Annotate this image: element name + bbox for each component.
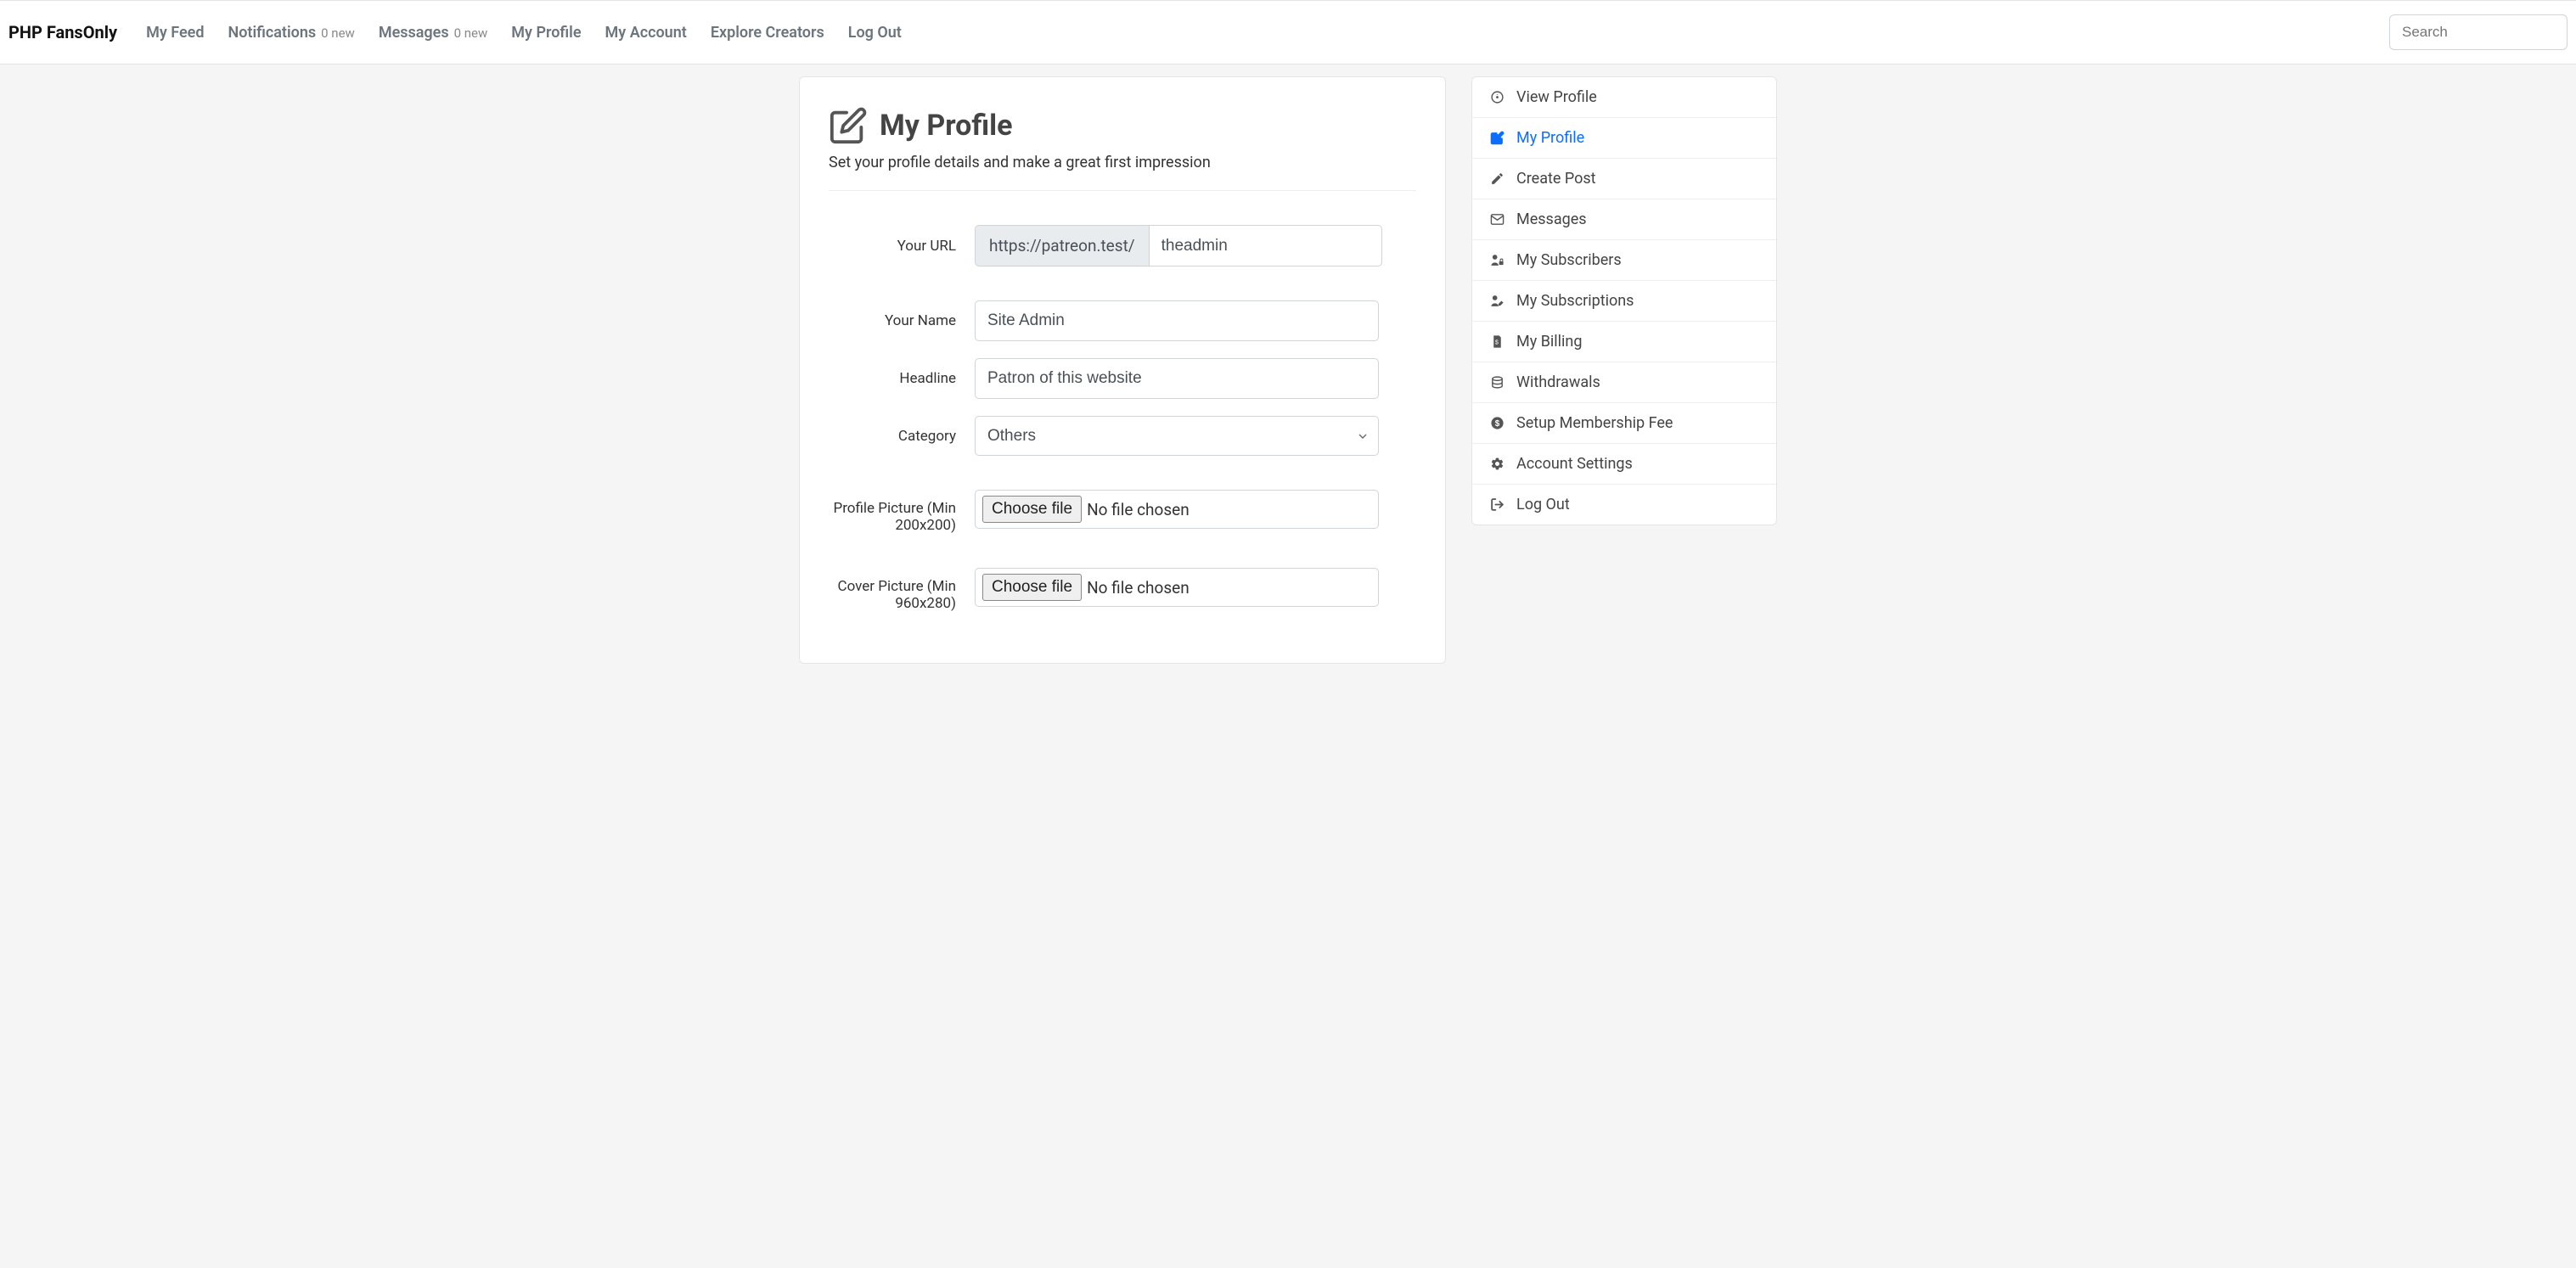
row-headline: Headline [829, 358, 1416, 399]
envelope-icon [1489, 212, 1505, 227]
nav-my-profile[interactable]: My Profile [511, 24, 581, 42]
label-headline: Headline [829, 370, 975, 387]
user-lock-icon [1489, 253, 1505, 268]
row-name: Your Name [829, 300, 1416, 341]
row-cover-pic: Cover Picture (Min 960x280) Choose file … [829, 568, 1416, 612]
nav-my-feed[interactable]: My Feed [146, 24, 204, 42]
sidebar-label: Account Settings [1516, 455, 1633, 473]
sidebar-my-profile[interactable]: My Profile [1472, 118, 1776, 159]
search-input[interactable] [2389, 14, 2568, 50]
url-prefix: https://patreon.test/ [975, 225, 1149, 267]
no-file-label: No file chosen [1087, 578, 1190, 598]
row-url: Your URL https://patreon.test/ [829, 225, 1416, 267]
nav-messages[interactable]: Messages 0 new [379, 24, 487, 42]
navbar: PHP FansOnly My Feed Notifications 0 new… [0, 0, 2576, 65]
nav-notifications[interactable]: Notifications 0 new [228, 24, 354, 42]
svg-text:$: $ [1494, 419, 1499, 429]
sidebar-withdrawals[interactable]: Withdrawals [1472, 362, 1776, 403]
dollar-icon: $ [1489, 416, 1505, 431]
nav-my-account[interactable]: My Account [605, 24, 687, 42]
sidebar-label: View Profile [1516, 88, 1597, 106]
url-input[interactable] [1149, 225, 1382, 267]
sidebar-my-subscribers[interactable]: My Subscribers [1472, 240, 1776, 281]
nav-label: Log Out [848, 24, 902, 42]
nav-label: Messages [379, 24, 449, 42]
nav-logout[interactable]: Log Out [848, 24, 902, 42]
sidebar-create-post[interactable]: Create Post [1472, 159, 1776, 199]
coins-icon [1489, 375, 1505, 390]
url-input-group: https://patreon.test/ [975, 225, 1379, 267]
sidebar-label: Create Post [1516, 170, 1596, 188]
pen-icon [1489, 171, 1505, 187]
eye-icon [1489, 90, 1505, 105]
sidebar-my-billing[interactable]: $ My Billing [1472, 322, 1776, 362]
sidebar-view-profile[interactable]: View Profile [1472, 77, 1776, 118]
page-title: My Profile [880, 109, 1012, 143]
sidebar-logout[interactable]: Log Out [1472, 485, 1776, 525]
navbar-left: PHP FansOnly My Feed Notifications 0 new… [8, 22, 902, 42]
nav-explore[interactable]: Explore Creators [711, 24, 824, 42]
edit-icon [1489, 131, 1505, 146]
logout-icon [1489, 497, 1505, 513]
nav-label: Explore Creators [711, 24, 824, 42]
sidebar-label: Withdrawals [1516, 373, 1600, 391]
gear-icon [1489, 457, 1505, 472]
sidebar-label: My Profile [1516, 129, 1584, 147]
cover-pic-file[interactable]: Choose file No file chosen [975, 568, 1379, 607]
sidebar-label: My Billing [1516, 333, 1582, 351]
choose-file-button[interactable]: Choose file [982, 496, 1082, 523]
sidebar-label: Setup Membership Fee [1516, 414, 1673, 432]
category-select[interactable]: Others [975, 416, 1379, 456]
nav-label: Notifications [228, 24, 316, 42]
label-url: Your URL [829, 238, 975, 255]
name-input[interactable] [975, 300, 1379, 341]
sidebar-setup-fee[interactable]: $ Setup Membership Fee [1472, 403, 1776, 444]
page-subtitle: Set your profile details and make a grea… [829, 154, 1416, 171]
sidebar-label: My Subscribers [1516, 251, 1622, 269]
sidebar-label: Log Out [1516, 496, 1570, 513]
sidebar-label: Messages [1516, 210, 1587, 228]
row-profile-pic: Profile Picture (Min 200x200) Choose fil… [829, 490, 1416, 534]
label-name: Your Name [829, 312, 975, 329]
divider [829, 190, 1416, 191]
user-edit-icon [1489, 294, 1505, 309]
row-category: Category Others [829, 416, 1416, 456]
label-profile-pic: Profile Picture (Min 200x200) [829, 490, 975, 534]
profile-card: My Profile Set your profile details and … [799, 76, 1446, 664]
nav-label: My Account [605, 24, 687, 42]
nav-badge: 0 new [321, 25, 355, 41]
nav-badge: 0 new [454, 25, 488, 41]
no-file-label: No file chosen [1087, 500, 1190, 519]
sidebar-account-settings[interactable]: Account Settings [1472, 444, 1776, 485]
nav-label: My Feed [146, 24, 204, 42]
sidebar: View Profile My Profile Create Post Mess… [1471, 76, 1777, 525]
choose-file-button[interactable]: Choose file [982, 574, 1082, 601]
label-cover-pic: Cover Picture (Min 960x280) [829, 568, 975, 612]
invoice-icon: $ [1489, 334, 1505, 350]
sidebar-my-subscriptions[interactable]: My Subscriptions [1472, 281, 1776, 322]
sidebar-label: My Subscriptions [1516, 292, 1634, 310]
sidebar-messages[interactable]: Messages [1472, 199, 1776, 240]
edit-icon [829, 106, 868, 145]
brand[interactable]: PHP FansOnly [8, 22, 122, 42]
profile-pic-file[interactable]: Choose file No file chosen [975, 490, 1379, 529]
label-category: Category [829, 428, 975, 445]
headline-input[interactable] [975, 358, 1379, 399]
svg-text:$: $ [1494, 339, 1498, 345]
nav-label: My Profile [511, 24, 581, 42]
